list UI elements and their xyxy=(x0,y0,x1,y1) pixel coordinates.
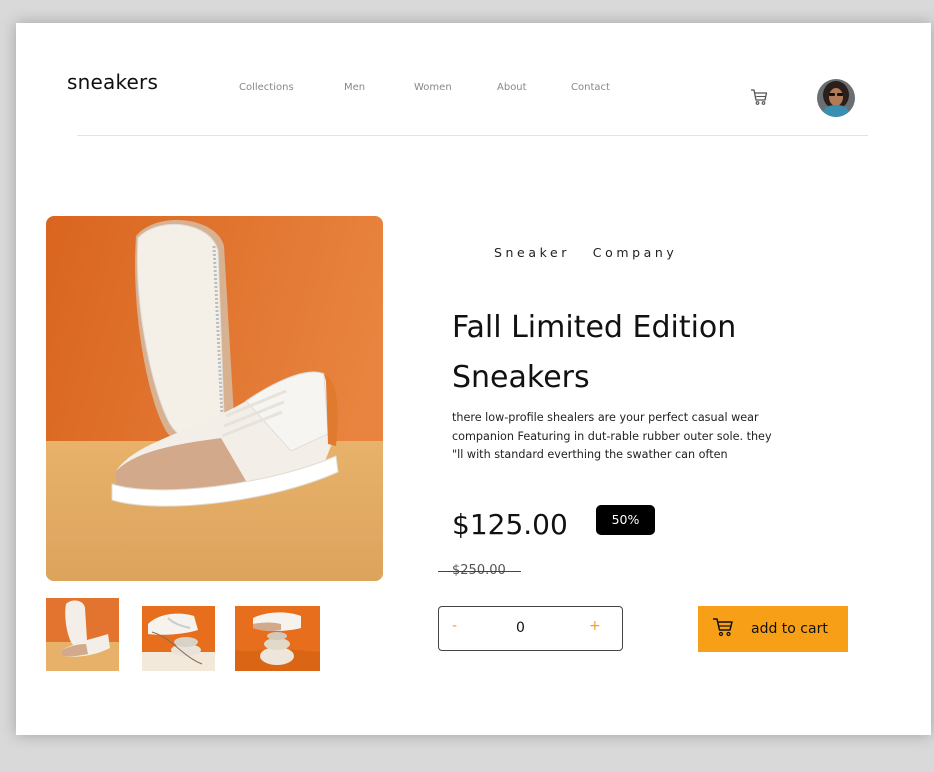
company-name: Sneaker Company xyxy=(494,245,678,260)
user-avatar[interactable] xyxy=(817,79,855,117)
product-title: Fall Limited Edition Sneakers xyxy=(452,310,737,395)
product-thumbnail-1[interactable] xyxy=(46,598,119,671)
product-main-image[interactable] xyxy=(46,216,383,581)
product-thumbnail-3[interactable] xyxy=(235,606,320,671)
product-page: sneakers Collections Men Women About Con… xyxy=(16,23,931,735)
quantity-value[interactable]: 0 xyxy=(516,620,525,636)
cart-icon xyxy=(712,617,734,637)
add-to-cart-button[interactable]: add to cart xyxy=(698,606,848,652)
product-description: there low-profile shealers are your perf… xyxy=(452,411,772,461)
current-price: $125.00 xyxy=(452,508,568,541)
main-nav: Collections Men Women About Contact xyxy=(16,82,931,98)
nav-link-about[interactable]: About xyxy=(497,82,527,93)
increment-button[interactable]: + xyxy=(589,618,601,634)
quantity-stepper: - 0 + xyxy=(438,606,623,651)
nav-link-women[interactable]: Women xyxy=(414,82,452,93)
header-divider xyxy=(77,135,868,136)
nav-link-contact[interactable]: Contact xyxy=(571,82,610,93)
nav-link-men[interactable]: Men xyxy=(344,82,365,93)
original-price-strike xyxy=(438,571,521,572)
nav-link-collections[interactable]: Collections xyxy=(239,82,294,93)
add-to-cart-label: add to cart xyxy=(751,621,828,637)
product-thumbnail-2[interactable] xyxy=(142,606,215,671)
decrement-button[interactable]: - xyxy=(452,618,457,634)
cart-icon[interactable] xyxy=(750,88,768,106)
discount-badge: 50% xyxy=(596,505,655,535)
